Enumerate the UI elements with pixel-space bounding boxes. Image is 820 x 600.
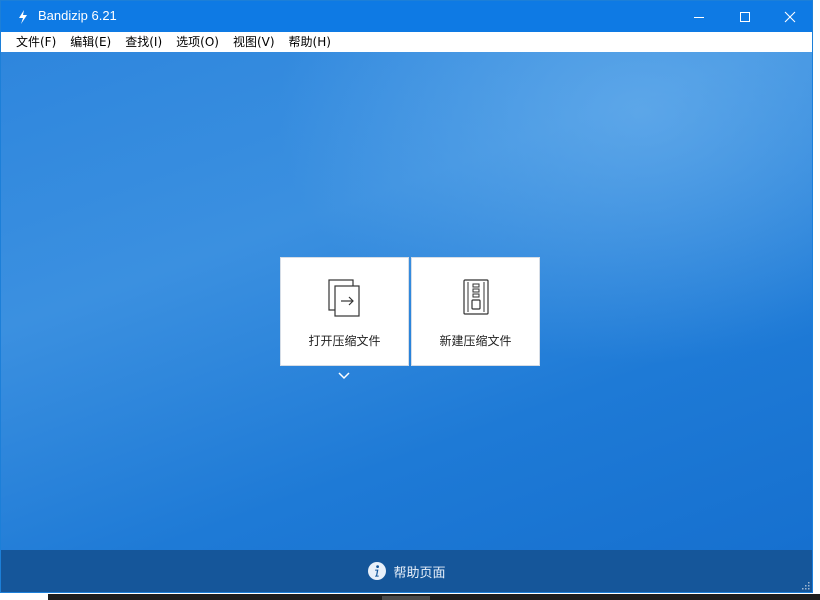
background-taskbar-strip: [48, 594, 820, 600]
new-archive-button[interactable]: 新建压缩文件: [411, 257, 540, 366]
menu-find[interactable]: 查找(I): [118, 32, 169, 52]
new-archive-icon: [458, 278, 494, 318]
window-title: Bandizip 6.21: [38, 8, 117, 23]
start-panel: 打开压缩文件 新建压缩文件: [1, 52, 812, 550]
minimize-icon: [693, 11, 705, 23]
bandizip-logo-icon: [15, 9, 31, 25]
background-taskbar-mark: [382, 596, 430, 600]
help-page-button[interactable]: 帮助页面: [1, 550, 812, 592]
menu-help[interactable]: 帮助(H): [282, 32, 338, 52]
close-icon: [784, 11, 796, 23]
menu-view[interactable]: 视图(V): [226, 32, 282, 52]
minimize-button[interactable]: [676, 1, 722, 32]
maximize-button[interactable]: [722, 1, 768, 32]
open-archive-button[interactable]: 打开压缩文件: [280, 257, 409, 366]
menu-file[interactable]: 文件(F): [9, 32, 63, 52]
resize-grip-icon[interactable]: [800, 580, 810, 590]
menu-options[interactable]: 选项(O): [169, 32, 226, 52]
open-archive-label: 打开压缩文件: [281, 332, 408, 349]
close-button[interactable]: [767, 1, 813, 32]
maximize-icon: [739, 11, 751, 23]
info-icon: [367, 561, 387, 581]
new-archive-label: 新建压缩文件: [412, 332, 539, 349]
title-bar[interactable]: Bandizip 6.21: [1, 1, 812, 32]
chevron-down-icon[interactable]: [337, 371, 351, 381]
open-archive-icon: [327, 278, 363, 318]
app-window: Bandizip 6.21 文件(F) 编辑(E) 查找(I) 选项(O) 视图…: [0, 0, 813, 593]
help-page-link[interactable]: 帮助页面: [367, 561, 445, 581]
help-page-label: 帮助页面: [393, 562, 445, 581]
menu-edit[interactable]: 编辑(E): [63, 32, 118, 52]
menu-bar: 文件(F) 编辑(E) 查找(I) 选项(O) 视图(V) 帮助(H): [1, 32, 812, 52]
